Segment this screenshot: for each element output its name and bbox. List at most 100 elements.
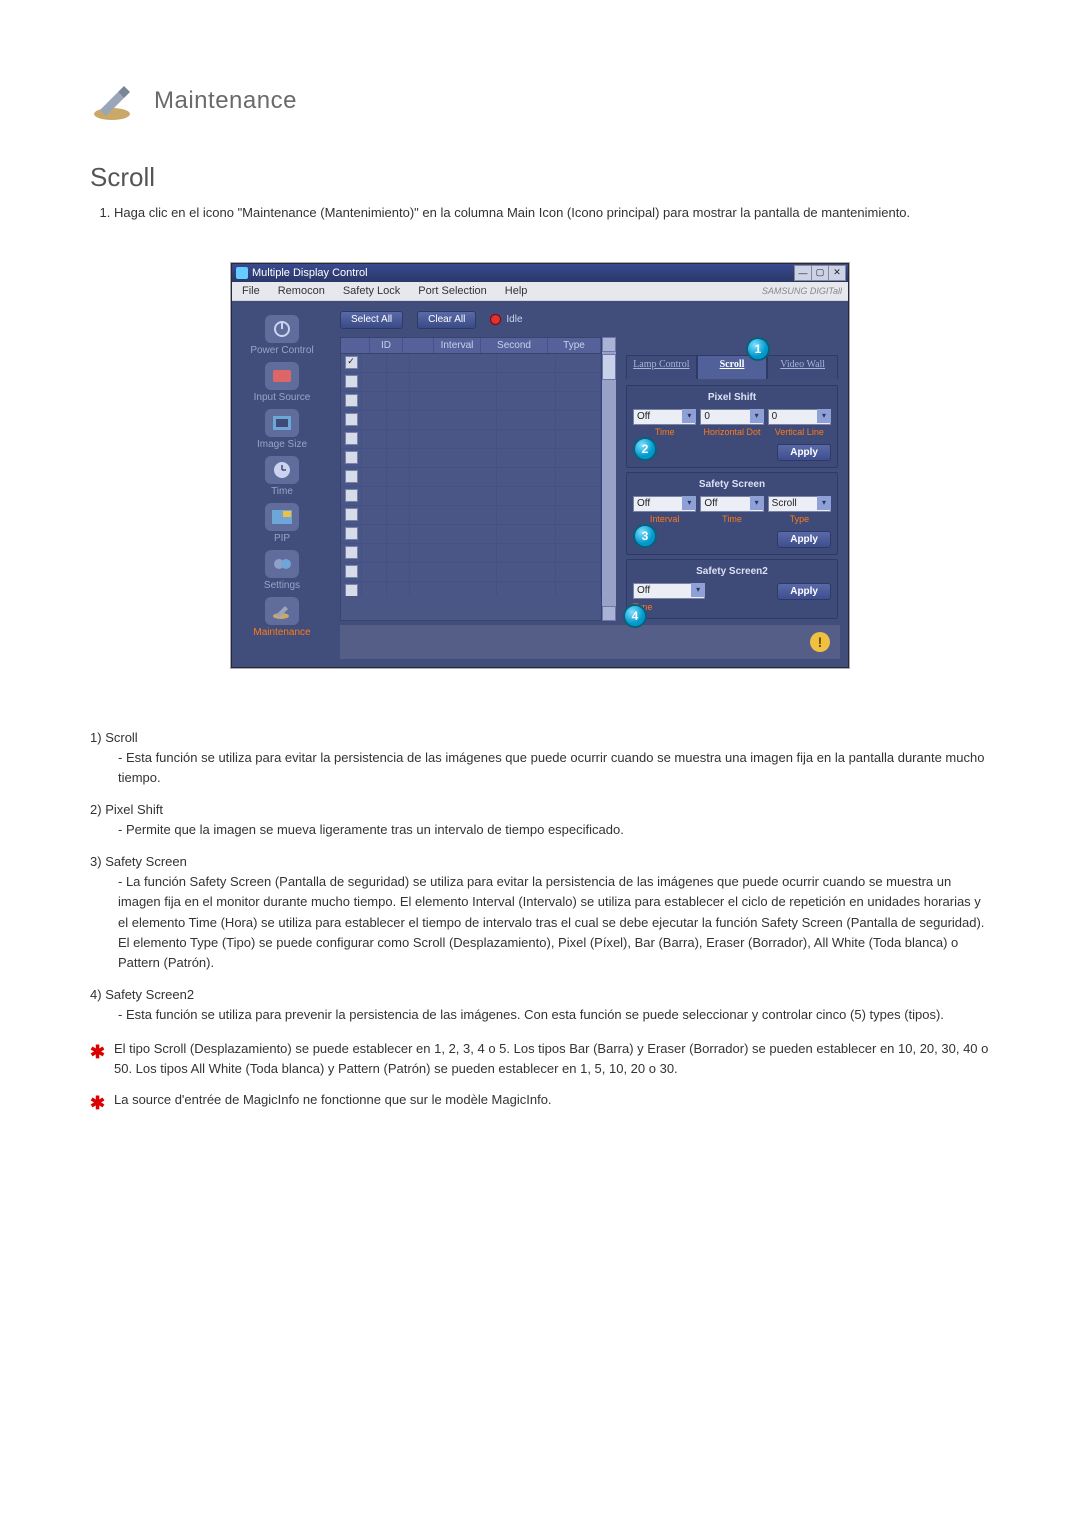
pixel-shift-title: Pixel Shift [633, 392, 831, 403]
sidebar-item-label: Power Control [239, 345, 325, 356]
note-2: ✱ La source d'entrée de MagicInfo ne fon… [90, 1090, 990, 1110]
menu-help[interactable]: Help [505, 285, 528, 297]
pixel-shift-time-label: Time [633, 427, 696, 437]
row-checkbox[interactable] [345, 489, 358, 502]
sidebar-item-label: Time [239, 486, 325, 497]
safety-screen2-title: Safety Screen2 [633, 566, 831, 577]
row-checkbox[interactable] [345, 527, 358, 540]
chevron-down-icon[interactable] [682, 496, 696, 510]
table-row[interactable] [341, 373, 601, 392]
table-row[interactable] [341, 354, 601, 373]
tab-video-wall[interactable]: Video Wall [767, 355, 838, 379]
display-grid: ID Interval Second Type [340, 337, 602, 621]
sidebar-item-label: PIP [239, 533, 325, 544]
safety-screen2-type-select[interactable]: Off [633, 583, 705, 599]
row-checkbox[interactable] [345, 508, 358, 521]
grid-header-id[interactable]: ID [370, 338, 403, 353]
pixel-shift-hdot-select[interactable]: 0 [700, 409, 763, 425]
grid-scrollbar[interactable] [602, 337, 616, 621]
safety-screen-interval-select[interactable]: Off [633, 496, 696, 512]
row-checkbox[interactable] [345, 413, 358, 426]
chevron-down-icon[interactable] [682, 409, 696, 423]
row-checkbox[interactable] [345, 451, 358, 464]
table-row[interactable] [341, 411, 601, 430]
table-row[interactable] [341, 544, 601, 563]
row-checkbox[interactable] [345, 565, 358, 578]
row-checkbox[interactable] [345, 356, 358, 369]
row-checkbox[interactable] [345, 546, 358, 559]
table-row[interactable] [341, 506, 601, 525]
scroll-up-icon[interactable] [602, 337, 616, 352]
grid-header-check [341, 338, 370, 353]
star-icon: ✱ [90, 1039, 105, 1067]
window-title: Multiple Display Control [252, 267, 368, 279]
clear-all-button[interactable]: Clear All [417, 311, 476, 329]
sidebar-item-power-control[interactable]: Power Control [239, 315, 325, 356]
sidebar-item-maintenance[interactable]: Maintenance [239, 597, 325, 638]
desc-item-4: 4) Safety Screen2 - Esta función se util… [90, 985, 990, 1025]
safety-screen-panel: Safety Screen Off Off Scroll Interval Ti… [626, 472, 838, 555]
chevron-down-icon[interactable] [691, 583, 705, 597]
grid-header-second[interactable]: Second [481, 338, 548, 353]
table-row[interactable] [341, 430, 601, 449]
table-row[interactable] [341, 525, 601, 544]
pixel-shift-apply-button[interactable]: Apply [777, 444, 831, 461]
safety-screen-type-select[interactable]: Scroll [768, 496, 831, 512]
sidebar-item-image-size[interactable]: Image Size [239, 409, 325, 450]
chevron-down-icon[interactable] [817, 409, 831, 423]
grid-header-interval[interactable]: Interval [434, 338, 481, 353]
maintenance-header-icon [90, 80, 138, 122]
pixel-shift-vline-select[interactable]: 0 [768, 409, 831, 425]
safety-screen-time-select[interactable]: Off [700, 496, 763, 512]
chevron-down-icon[interactable] [750, 496, 764, 510]
row-checkbox[interactable] [345, 470, 358, 483]
page-title: Maintenance [154, 87, 297, 115]
sidebar-item-label: Input Source [239, 392, 325, 403]
row-checkbox[interactable] [345, 394, 358, 407]
chevron-down-icon[interactable] [750, 409, 764, 423]
table-row[interactable] [341, 449, 601, 468]
page-header: Maintenance [90, 80, 990, 122]
table-row[interactable] [341, 487, 601, 506]
sidebar-item-label: Image Size [239, 439, 325, 450]
safety-screen-interval-label: Interval [633, 514, 696, 524]
idle-label: Idle [506, 314, 522, 325]
safety-screen-apply-button[interactable]: Apply [777, 531, 831, 548]
maximize-button[interactable]: ▢ [812, 265, 829, 281]
row-checkbox[interactable] [345, 375, 358, 388]
close-button[interactable]: ✕ [829, 265, 846, 281]
grid-header-type[interactable]: Type [548, 338, 601, 353]
sidebar-item-time[interactable]: Time [239, 456, 325, 497]
options-pane: 1 Lamp Control Scroll Video Wall Pixel S… [622, 337, 840, 621]
pixel-shift-panel: Pixel Shift Off 0 0 Time Horizontal Dot … [626, 385, 838, 468]
warning-icon: ! [810, 632, 830, 652]
callout-3: 3 [633, 524, 657, 548]
scroll-down-icon[interactable] [602, 606, 616, 621]
menu-safety-lock[interactable]: Safety Lock [343, 285, 400, 297]
maintenance-icon [265, 597, 299, 625]
tab-lamp-control[interactable]: Lamp Control [626, 355, 697, 379]
table-row[interactable] [341, 563, 601, 582]
menu-file[interactable]: File [242, 285, 260, 297]
menu-remocon[interactable]: Remocon [278, 285, 325, 297]
sidebar-item-settings[interactable]: Settings [239, 550, 325, 591]
sidebar-item-label: Settings [239, 580, 325, 591]
minimize-button[interactable]: — [794, 265, 812, 281]
callout-1: 1 [746, 337, 770, 361]
table-row[interactable] [341, 582, 601, 596]
sidebar-item-pip[interactable]: PIP [239, 503, 325, 544]
desc-item-3: 3) Safety Screen - La función Safety Scr… [90, 852, 990, 973]
pip-icon [265, 503, 299, 531]
sidebar-item-input-source[interactable]: Input Source [239, 362, 325, 403]
chevron-down-icon[interactable] [817, 496, 831, 510]
safety-screen2-apply-button[interactable]: Apply [777, 583, 831, 600]
pixel-shift-time-select[interactable]: Off [633, 409, 696, 425]
select-all-button[interactable]: Select All [340, 311, 403, 329]
settings-icon [265, 550, 299, 578]
table-row[interactable] [341, 468, 601, 487]
scroll-thumb[interactable] [602, 354, 616, 380]
row-checkbox[interactable] [345, 432, 358, 445]
menu-port-selection[interactable]: Port Selection [418, 285, 486, 297]
table-row[interactable] [341, 392, 601, 411]
row-checkbox[interactable] [345, 584, 358, 596]
